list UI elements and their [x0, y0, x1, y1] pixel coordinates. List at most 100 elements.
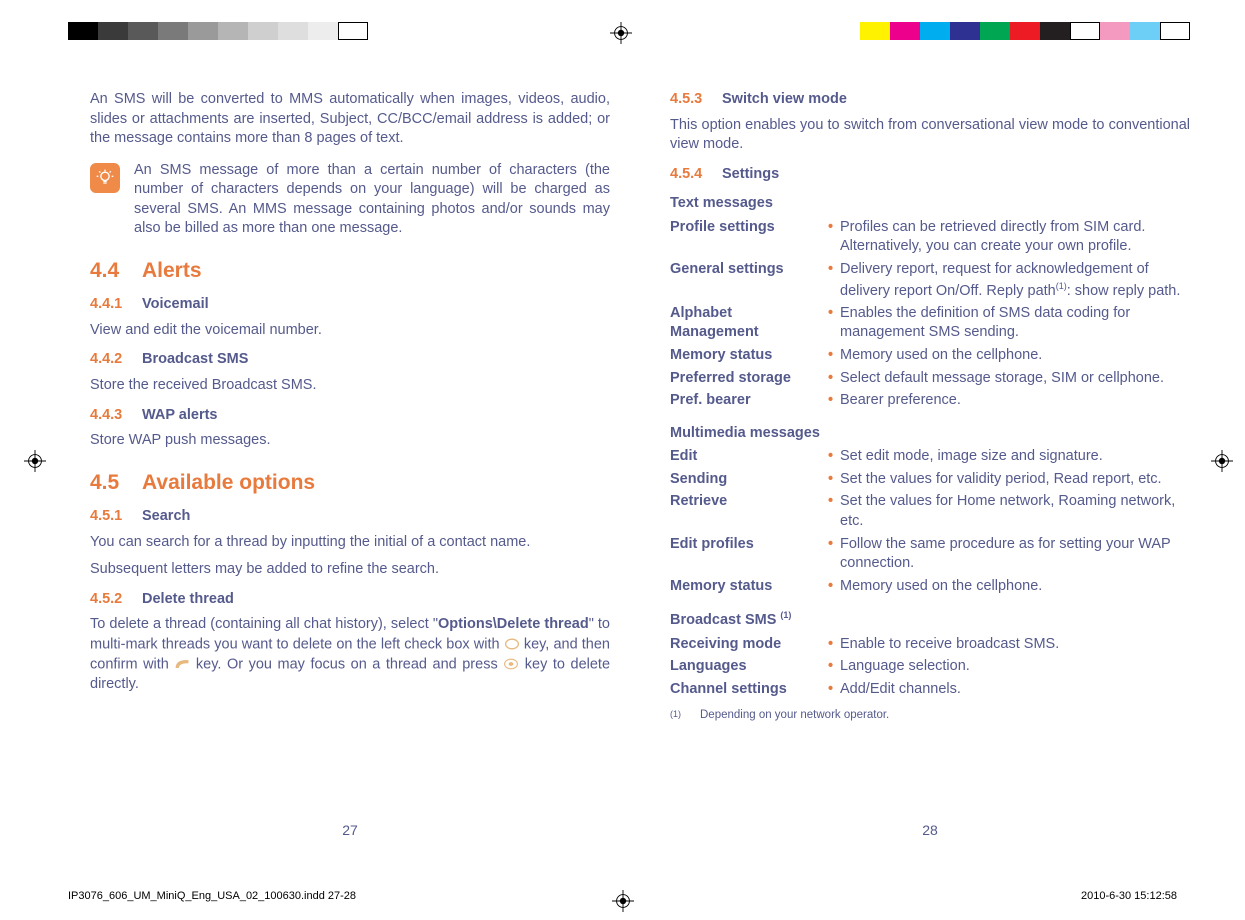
setting-value: Add/Edit channels. — [828, 680, 1190, 703]
setting-value: Set edit mode, image size and signature. — [828, 447, 1190, 470]
table-row: Memory statusMemory used on the cellphon… — [670, 346, 1190, 369]
table-row: Pref. bearerBearer preference. — [670, 391, 1190, 414]
body-text: View and edit the voicemail number. — [90, 321, 610, 341]
setting-value: Follow the same procedure as for setting… — [828, 535, 1190, 577]
page-left: An SMS will be converted to MMS automati… — [90, 90, 610, 840]
table-row: EditSet edit mode, image size and signat… — [670, 447, 1190, 470]
swatch — [950, 22, 980, 40]
swatch — [128, 22, 158, 40]
subsection-heading: 4.4.3WAP alerts — [90, 406, 610, 426]
swatch — [1070, 22, 1100, 40]
body-text: To delete a thread (containing all chat … — [90, 615, 610, 694]
setting-value: Enables the definition of SMS data codin… — [828, 304, 1190, 346]
setting-value: Language selection. — [828, 657, 1190, 680]
setting-label: Sending — [670, 470, 828, 493]
setting-label: Preferred storage — [670, 369, 828, 392]
page-number: 28 — [670, 821, 1190, 840]
table-row: Alphabet ManagementEnables the definitio… — [670, 304, 1190, 346]
body-text: You can search for a thread by inputting… — [90, 533, 610, 553]
setting-label: Profile settings — [670, 218, 828, 260]
registration-mark-icon — [610, 22, 632, 44]
setting-label: Retrieve — [670, 492, 828, 534]
setting-value: Delivery report, request for acknowledge… — [828, 260, 1190, 304]
footer-filename: IP3076_606_UM_MiniQ_Eng_USA_02_100630.in… — [68, 890, 356, 902]
subsection-heading: 4.5.4Settings — [670, 165, 1190, 185]
section-heading: 4.5Available options — [90, 469, 610, 497]
subsection-heading: 4.4.1Voicemail — [90, 295, 610, 315]
swatch — [920, 22, 950, 40]
setting-label: Pref. bearer — [670, 391, 828, 414]
settings-table-broadcast: Receiving modeEnable to receive broadcas… — [670, 635, 1190, 703]
table-row: General settingsDelivery report, request… — [670, 260, 1190, 304]
swatch — [188, 22, 218, 40]
footer-timestamp: 2010-6-30 15:12:58 — [1081, 890, 1177, 902]
table-row: Memory statusMemory used on the cellphon… — [670, 577, 1190, 600]
swatch — [1160, 22, 1190, 40]
table-row: RetrieveSet the values for Home network,… — [670, 492, 1190, 534]
settings-table-text: Profile settingsProfiles can be retrieve… — [670, 218, 1190, 414]
intro-paragraph: An SMS will be converted to MMS automati… — [90, 90, 610, 149]
setting-label: Receiving mode — [670, 635, 828, 658]
print-footer: IP3076_606_UM_MiniQ_Eng_USA_02_100630.in… — [68, 890, 1177, 902]
registration-mark-icon — [612, 890, 634, 912]
ok-key-icon — [503, 655, 519, 675]
registration-mark-icon — [24, 450, 46, 472]
setting-value: Set the values for validity period, Read… — [828, 470, 1190, 493]
page-right: 4.5.3Switch view mode This option enable… — [670, 90, 1190, 840]
setting-label: Alphabet Management — [670, 304, 828, 346]
swatch — [1010, 22, 1040, 40]
body-text: Subsequent letters may be added to refin… — [90, 560, 610, 580]
group-heading: Multimedia messages — [670, 424, 1190, 444]
swatch — [278, 22, 308, 40]
table-row: Channel settingsAdd/Edit channels. — [670, 680, 1190, 703]
table-row: Receiving modeEnable to receive broadcas… — [670, 635, 1190, 658]
registration-mark-icon — [1211, 450, 1233, 472]
subsection-heading: 4.5.1Search — [90, 507, 610, 527]
swatch — [860, 22, 890, 40]
setting-label: Memory status — [670, 346, 828, 369]
setting-value: Profiles can be retrieved directly from … — [828, 218, 1190, 260]
section-heading: 4.4Alerts — [90, 257, 610, 285]
setting-value: Enable to receive broadcast SMS. — [828, 635, 1190, 658]
body-text: Store the received Broadcast SMS. — [90, 376, 610, 396]
tip-lightbulb-icon — [90, 163, 120, 193]
settings-table-mms: EditSet edit mode, image size and signat… — [670, 447, 1190, 599]
subsection-heading: 4.4.2Broadcast SMS — [90, 350, 610, 370]
page-number: 27 — [90, 821, 610, 840]
swatch — [338, 22, 368, 40]
table-row: Preferred storageSelect default message … — [670, 369, 1190, 392]
note-text: An SMS message of more than a certain nu… — [134, 161, 610, 239]
swatch — [68, 22, 98, 40]
swatch — [218, 22, 248, 40]
swatch — [1130, 22, 1160, 40]
swatch — [980, 22, 1010, 40]
group-heading: Text messages — [670, 194, 1190, 214]
swatch — [1040, 22, 1070, 40]
setting-label: Edit profiles — [670, 535, 828, 577]
swatch — [308, 22, 338, 40]
setting-value: Set the values for Home network, Roaming… — [828, 492, 1190, 534]
swatch — [890, 22, 920, 40]
print-swatches-left — [68, 22, 368, 40]
print-swatches-right — [860, 22, 1190, 40]
table-row: LanguagesLanguage selection. — [670, 657, 1190, 680]
setting-label: Edit — [670, 447, 828, 470]
setting-value: Memory used on the cellphone. — [828, 346, 1190, 369]
table-row: Profile settingsProfiles can be retrieve… — [670, 218, 1190, 260]
subsection-heading: 4.5.2Delete thread — [90, 590, 610, 610]
footnote: (1)Depending on your network operator. — [670, 708, 1190, 727]
swatch — [98, 22, 128, 40]
setting-label: Languages — [670, 657, 828, 680]
body-text: This option enables you to switch from c… — [670, 116, 1190, 155]
subsection-heading: 4.5.3Switch view mode — [670, 90, 1190, 110]
swatch — [248, 22, 278, 40]
swatch — [1100, 22, 1130, 40]
setting-value: Memory used on the cellphone. — [828, 577, 1190, 600]
setting-label: Channel settings — [670, 680, 828, 703]
setting-label: Memory status — [670, 577, 828, 600]
body-text: Store WAP push messages. — [90, 431, 610, 451]
setting-label: General settings — [670, 260, 828, 304]
swatch — [158, 22, 188, 40]
group-heading: Broadcast SMS (1) — [670, 609, 1190, 630]
setting-value: Bearer preference. — [828, 391, 1190, 414]
